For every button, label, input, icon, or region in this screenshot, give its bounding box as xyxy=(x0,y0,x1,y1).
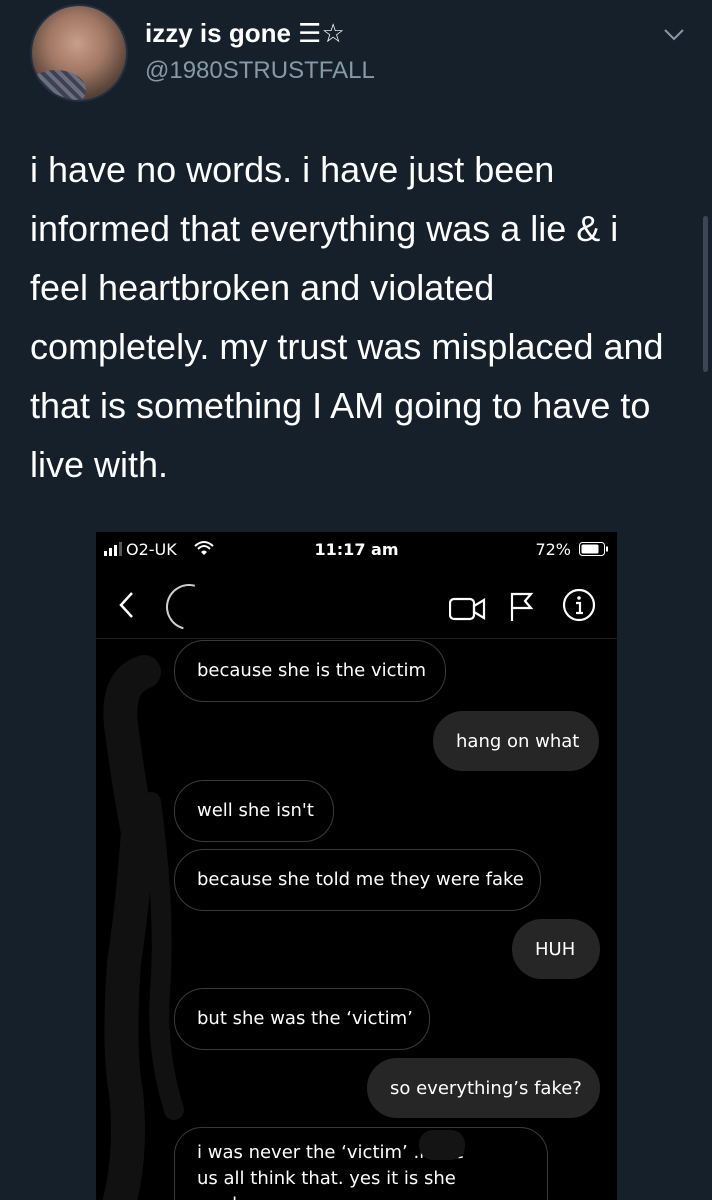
message-bubble[interactable]: hang on what xyxy=(433,711,599,771)
user-handle[interactable]: @1980STRUSTFALL xyxy=(145,57,375,85)
display-name-text: izzy is gone xyxy=(145,18,291,48)
message-bubble[interactable]: well she isn't xyxy=(174,780,334,842)
battery-percent: 72% xyxy=(535,540,571,559)
message-bubble[interactable]: because she is the victim xyxy=(174,640,446,702)
battery-icon xyxy=(579,542,608,556)
info-icon[interactable] xyxy=(562,588,596,622)
redaction-blob xyxy=(419,1130,465,1160)
video-call-icon[interactable] xyxy=(449,596,487,622)
message-bubble[interactable]: i was never the ‘victim’ .nade us all th… xyxy=(174,1127,548,1200)
avatar[interactable] xyxy=(30,4,128,102)
tweet-text: i have no words. i have just been inform… xyxy=(30,149,664,485)
message-bubble[interactable]: but she was the ‘victim’ xyxy=(174,988,430,1050)
flag-icon[interactable] xyxy=(509,592,535,622)
scrollbar[interactable] xyxy=(703,216,708,372)
display-name-suffix: ☰☆ xyxy=(290,18,345,48)
message-bubble[interactable]: because she told me they were fake xyxy=(174,849,541,911)
message-bubble[interactable]: HUH xyxy=(512,919,600,979)
message-bubble[interactable]: so everything’s fake? xyxy=(367,1058,600,1118)
chevron-down-icon[interactable] xyxy=(663,28,685,42)
display-name[interactable]: izzy is gone ☰☆ xyxy=(145,18,345,49)
embedded-screenshot[interactable]: O2-UK 11:17 am 72% because she is the vi… xyxy=(96,532,617,1200)
